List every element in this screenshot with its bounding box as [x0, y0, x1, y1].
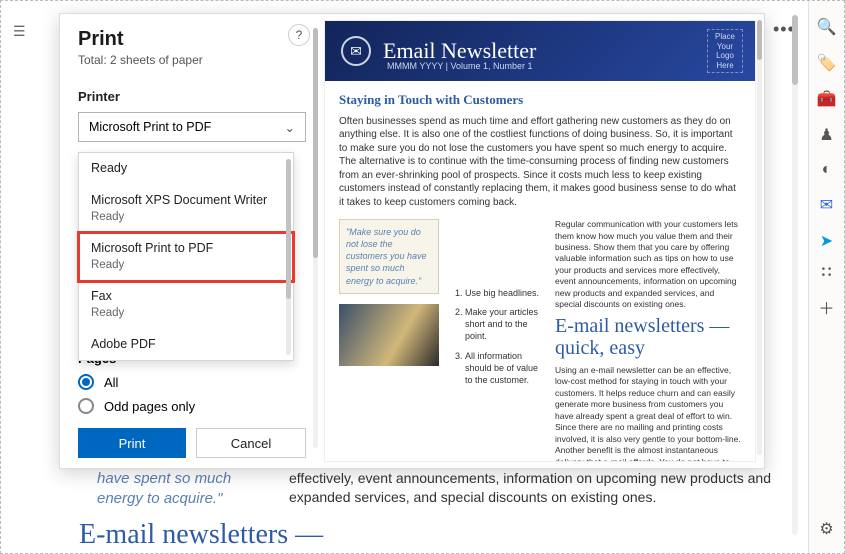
bg-quote: have spent so much energy to acquire." — [97, 469, 257, 510]
chevron-down-icon: ⌄ — [285, 120, 295, 135]
list-item: All information should be of value to th… — [465, 350, 543, 386]
newsletter-meta: MMMM YYYY | Volume 1, Number 1 — [387, 61, 533, 71]
numbered-list: Use big headlines. Make your articles sh… — [451, 287, 543, 386]
printer-dropdown[interactable]: Microsoft Print to PDF ⌄ — [78, 112, 306, 142]
printer-selected: Microsoft Print to PDF — [89, 120, 211, 134]
browser-sidebar: 🔍 🏷️ 🧰 ♟ ◐ ✉ ➤ • •• • ＋ ⚙ — [808, 1, 844, 553]
background-document: have spent so much energy to acquire." e… — [79, 469, 784, 551]
printer-option-highlighted[interactable]: Microsoft Print to PDF Ready — [79, 233, 293, 281]
dialog-subtitle: Total: 2 sheets of paper — [78, 53, 306, 67]
dialog-title: Print — [78, 28, 306, 51]
body-paragraph: Using an e-mail newsletter can be an eff… — [555, 365, 741, 462]
outline-icon[interactable]: ☰ — [13, 23, 26, 40]
preview-scrollbar[interactable] — [757, 20, 762, 455]
bg-heading: E-mail newsletters — — [79, 519, 784, 551]
radio-icon — [78, 374, 94, 390]
gear-icon[interactable]: ⚙ — [819, 519, 833, 539]
side-paragraph — [451, 219, 543, 279]
printer-option[interactable]: Adobe PDF — [79, 329, 293, 361]
printer-option[interactable]: Microsoft XPS Document Writer Ready — [79, 185, 293, 233]
page-scrollbar[interactable] — [792, 15, 798, 535]
add-icon[interactable]: ＋ — [818, 295, 834, 319]
print-preview-pane: ✉ Email Newsletter MMMM YYYY | Volume 1,… — [320, 14, 764, 468]
pull-quote: "Make sure you do not lose the customers… — [339, 219, 439, 294]
list-item: Use big headlines. — [465, 287, 543, 299]
copilot-icon[interactable]: ◐ — [822, 161, 832, 179]
games-icon[interactable]: ♟ — [819, 125, 833, 145]
body-paragraph: Often businesses spend as much time and … — [339, 115, 741, 210]
tag-icon[interactable]: 🏷️ — [817, 53, 837, 73]
print-dialog: ? Print Total: 2 sheets of paper Printer… — [59, 13, 765, 469]
radio-all-pages[interactable]: All — [78, 374, 306, 390]
help-icon[interactable]: ? — [288, 24, 310, 46]
telegram-icon[interactable]: ➤ — [820, 231, 833, 251]
cancel-button[interactable]: Cancel — [196, 428, 306, 458]
intro-paragraph: Regular communication with your customer… — [555, 219, 741, 311]
radio-icon — [78, 398, 94, 414]
section-heading: E-mail newsletters — quick, easy — [555, 315, 741, 359]
printer-option[interactable]: Ready — [79, 153, 293, 185]
section-heading: Staying in Touch with Customers — [339, 91, 741, 109]
sidebar-overflow-icon[interactable]: • •• • — [822, 267, 832, 279]
newsletter-image — [339, 304, 439, 366]
print-button[interactable]: Print — [78, 428, 186, 458]
printer-option[interactable]: Fax Ready — [79, 281, 293, 329]
printer-dropdown-list: Ready Microsoft XPS Document Writer Read… — [78, 152, 294, 361]
left-pane-scrollbar[interactable] — [313, 28, 318, 448]
envelope-icon: ✉ — [341, 36, 371, 66]
radio-odd-pages[interactable]: Odd pages only — [78, 398, 306, 414]
printer-label: Printer — [78, 89, 306, 104]
list-item: Make your articles short and to the poin… — [465, 306, 543, 342]
bg-paragraph: effectively, event announcements, inform… — [289, 469, 784, 507]
logo-placeholder: Place Your Logo Here — [707, 29, 743, 73]
toolbox-icon[interactable]: 🧰 — [817, 89, 837, 109]
print-options-pane: ? Print Total: 2 sheets of paper Printer… — [60, 14, 320, 468]
preview-page: ✉ Email Newsletter MMMM YYYY | Volume 1,… — [324, 20, 756, 462]
outlook-icon[interactable]: ✉ — [820, 195, 833, 215]
newsletter-header: ✉ Email Newsletter MMMM YYYY | Volume 1,… — [325, 21, 755, 81]
search-icon[interactable]: 🔍 — [817, 17, 837, 37]
dropdown-scrollbar[interactable] — [286, 159, 291, 355]
